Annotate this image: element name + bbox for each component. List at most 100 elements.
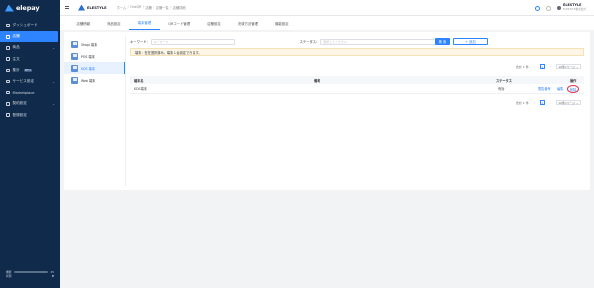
- shop-name: ELESTYLE: [87, 5, 107, 10]
- terminal-name: KDS端末: [134, 87, 147, 91]
- next-page-icon[interactable]: ›: [548, 100, 553, 105]
- terminal-icon: [71, 52, 78, 60]
- edit-link[interactable]: 編集: [557, 86, 563, 91]
- status-label: ステータス:: [299, 40, 318, 44]
- terminal-type-list: Shopl 端末 POS 端末 KDS 端末 Web 端末: [64, 38, 125, 86]
- sidebar-item-registration[interactable]: 登録設定: [0, 110, 60, 121]
- breadcrumb-item: 店舗詳細: [172, 6, 186, 10]
- prev-page-icon[interactable]: ‹: [532, 64, 537, 69]
- view-code-link[interactable]: 閲覧番号: [538, 86, 551, 91]
- sidebar-item-contract[interactable]: 契約設定 ⌄: [0, 98, 60, 109]
- column-header-status: ステータス: [496, 78, 512, 83]
- elepay-logo-icon: [5, 4, 14, 12]
- total-count: 合計 1 件: [515, 100, 529, 105]
- terminal-type-kds[interactable]: KDS 端末: [64, 62, 125, 74]
- sidebar-item-label: ダッシュボード: [12, 23, 38, 28]
- page-size-value: 10件/ページ: [558, 100, 575, 105]
- terminal-panel: Shopl 端末 POS 端末 KDS 端末 Web 端末 キーワード: キーワ…: [64, 32, 590, 190]
- terminal-type-label: KDS 端末: [81, 66, 95, 71]
- notice-banner: 端末：在在選択済み。端末１台設定できます。: [130, 48, 584, 56]
- tab-payment-methods[interactable]: 決済方法管理: [229, 16, 266, 30]
- page-size-select[interactable]: 10件/ページ ⌄: [555, 64, 581, 69]
- user-menu[interactable]: ELESTYLE ELESTYLE株式会社: [557, 4, 586, 11]
- tab-terminal-management[interactable]: 端末管理: [129, 16, 160, 30]
- search-button[interactable]: 検 索: [435, 38, 450, 45]
- brand-logo[interactable]: elepay: [0, 0, 60, 16]
- pagination-top: 合計 1 件 ‹ 1 › 10件/ページ ⌄: [516, 63, 581, 70]
- dashboard-icon: [6, 23, 10, 28]
- marketplace-icon: [6, 90, 10, 95]
- delete-link[interactable]: 削除: [570, 87, 576, 92]
- menu-toggle-icon[interactable]: [65, 6, 69, 9]
- sidebar-item-label: サービス設定: [12, 79, 35, 84]
- tab-feature-settings[interactable]: 機能設定: [267, 16, 298, 30]
- user-company: ELESTYLE株式会社: [563, 8, 586, 11]
- sidebar-item-store[interactable]: 店舗: [0, 31, 58, 43]
- tab-store-info[interactable]: 店舗情報: [68, 16, 99, 30]
- sidebar-nav: ダッシュボード 店舗 商品 ⌄ 注文 集計 BETA サービス設定 ⌄ Mark…: [0, 20, 60, 121]
- sidebar-item-service[interactable]: サービス設定 ⌄: [0, 76, 60, 87]
- order-icon: [6, 57, 10, 61]
- sidebar-item-label: 商品: [12, 45, 20, 50]
- chevron-down-icon: ⌄: [575, 100, 579, 105]
- shop-logo-icon: [78, 4, 85, 11]
- contract-icon: [6, 102, 10, 106]
- pagination-bottom: 合計 1 件 ‹ 1 › 10件/ページ ⌄: [516, 99, 581, 106]
- terminal-type-web[interactable]: Web 端末: [64, 74, 125, 86]
- sidebar: elepay ダッシュボード 店舗 商品 ⌄ 注文 集計 BETA サービス設定…: [0, 0, 60, 288]
- footer-bar: [13, 271, 49, 273]
- terminal-icon: [71, 40, 78, 48]
- sidebar-item-label: 契約設定: [12, 101, 27, 106]
- filter-bar: キーワード: キーワード ステータス: 選択してください: [130, 38, 449, 45]
- download-icon[interactable]: [546, 5, 551, 11]
- tab-store-settings[interactable]: 店舗設定: [199, 16, 230, 30]
- breadcrumb-item[interactable]: ホーム: [117, 5, 126, 10]
- breadcrumb-item[interactable]: 店舗一覧: [156, 5, 169, 10]
- column-header-action: 操作: [570, 78, 577, 83]
- terminal-type-label: Shopl 端末: [81, 42, 98, 47]
- prev-page-icon[interactable]: ‹: [532, 100, 537, 105]
- terminal-type-pos[interactable]: POS 端末: [64, 50, 125, 62]
- sidebar-footer: 機能 25 状態 ▼: [6, 270, 54, 278]
- brand-name: elepay: [16, 4, 40, 12]
- breadcrumb-item[interactable]: OneQR: [130, 5, 141, 10]
- top-header: ELESTYLE ホーム / OneQR / 店舗 / 店舗一覧 / 店舗詳細 ELES…: [60, 0, 594, 16]
- total-count: 合計 1 件: [515, 64, 529, 69]
- tab-product-settings[interactable]: 商品設定: [99, 16, 130, 30]
- tab-qr-management[interactable]: QRコード管理: [160, 16, 199, 30]
- avatar: [557, 6, 561, 10]
- terminal-table: 端末名 備考 ステータス 操作 KDS端末 有効 閲覧番号 編集 削除: [130, 76, 584, 94]
- page-size-select[interactable]: 10件/ページ ⌄: [555, 100, 581, 105]
- breadcrumb-item[interactable]: 店舗: [145, 5, 151, 10]
- store-icon: [6, 35, 10, 39]
- breadcrumb: ホーム / OneQR / 店舗 / 店舗一覧 / 店舗詳細: [116, 5, 186, 10]
- delete-highlight: 削除: [567, 85, 579, 93]
- beta-badge: BETA: [23, 68, 33, 72]
- column-header-name: 端末名: [134, 78, 144, 83]
- divider: [125, 36, 126, 186]
- sidebar-item-order[interactable]: 注文: [0, 54, 60, 65]
- terminal-type-label: Web 端末: [81, 78, 96, 83]
- sidebar-item-marketplace[interactable]: Marketplace: [0, 87, 60, 98]
- sidebar-item-dashboard[interactable]: ダッシュボード: [0, 20, 60, 31]
- sidebar-item-product[interactable]: 商品 ⌄: [0, 42, 60, 53]
- add-button[interactable]: + 追加: [453, 38, 488, 45]
- sidebar-item-report[interactable]: 集計 BETA: [0, 65, 60, 76]
- help-icon[interactable]: [535, 5, 540, 11]
- status-select[interactable]: 選択してください: [320, 38, 449, 45]
- registration-icon: [6, 113, 10, 117]
- page-number[interactable]: 1: [539, 64, 545, 69]
- table-row: KDS端末 有効 閲覧番号 編集 削除: [130, 84, 584, 94]
- report-icon: [6, 68, 10, 73]
- next-page-icon[interactable]: ›: [548, 64, 553, 69]
- terminal-status: 有効: [498, 87, 505, 91]
- keyword-input[interactable]: キーワード: [150, 38, 235, 45]
- product-icon: [6, 46, 10, 50]
- page-number[interactable]: 1: [539, 100, 545, 105]
- keyword-label: キーワード:: [130, 40, 148, 44]
- terminal-type-shopl[interactable]: Shopl 端末: [64, 38, 125, 50]
- terminal-icon: [71, 64, 78, 72]
- sidebar-item-label: 登録設定: [12, 112, 27, 117]
- footer-label: 状態: [6, 274, 12, 278]
- footer-toggle[interactable]: ▼: [52, 274, 54, 278]
